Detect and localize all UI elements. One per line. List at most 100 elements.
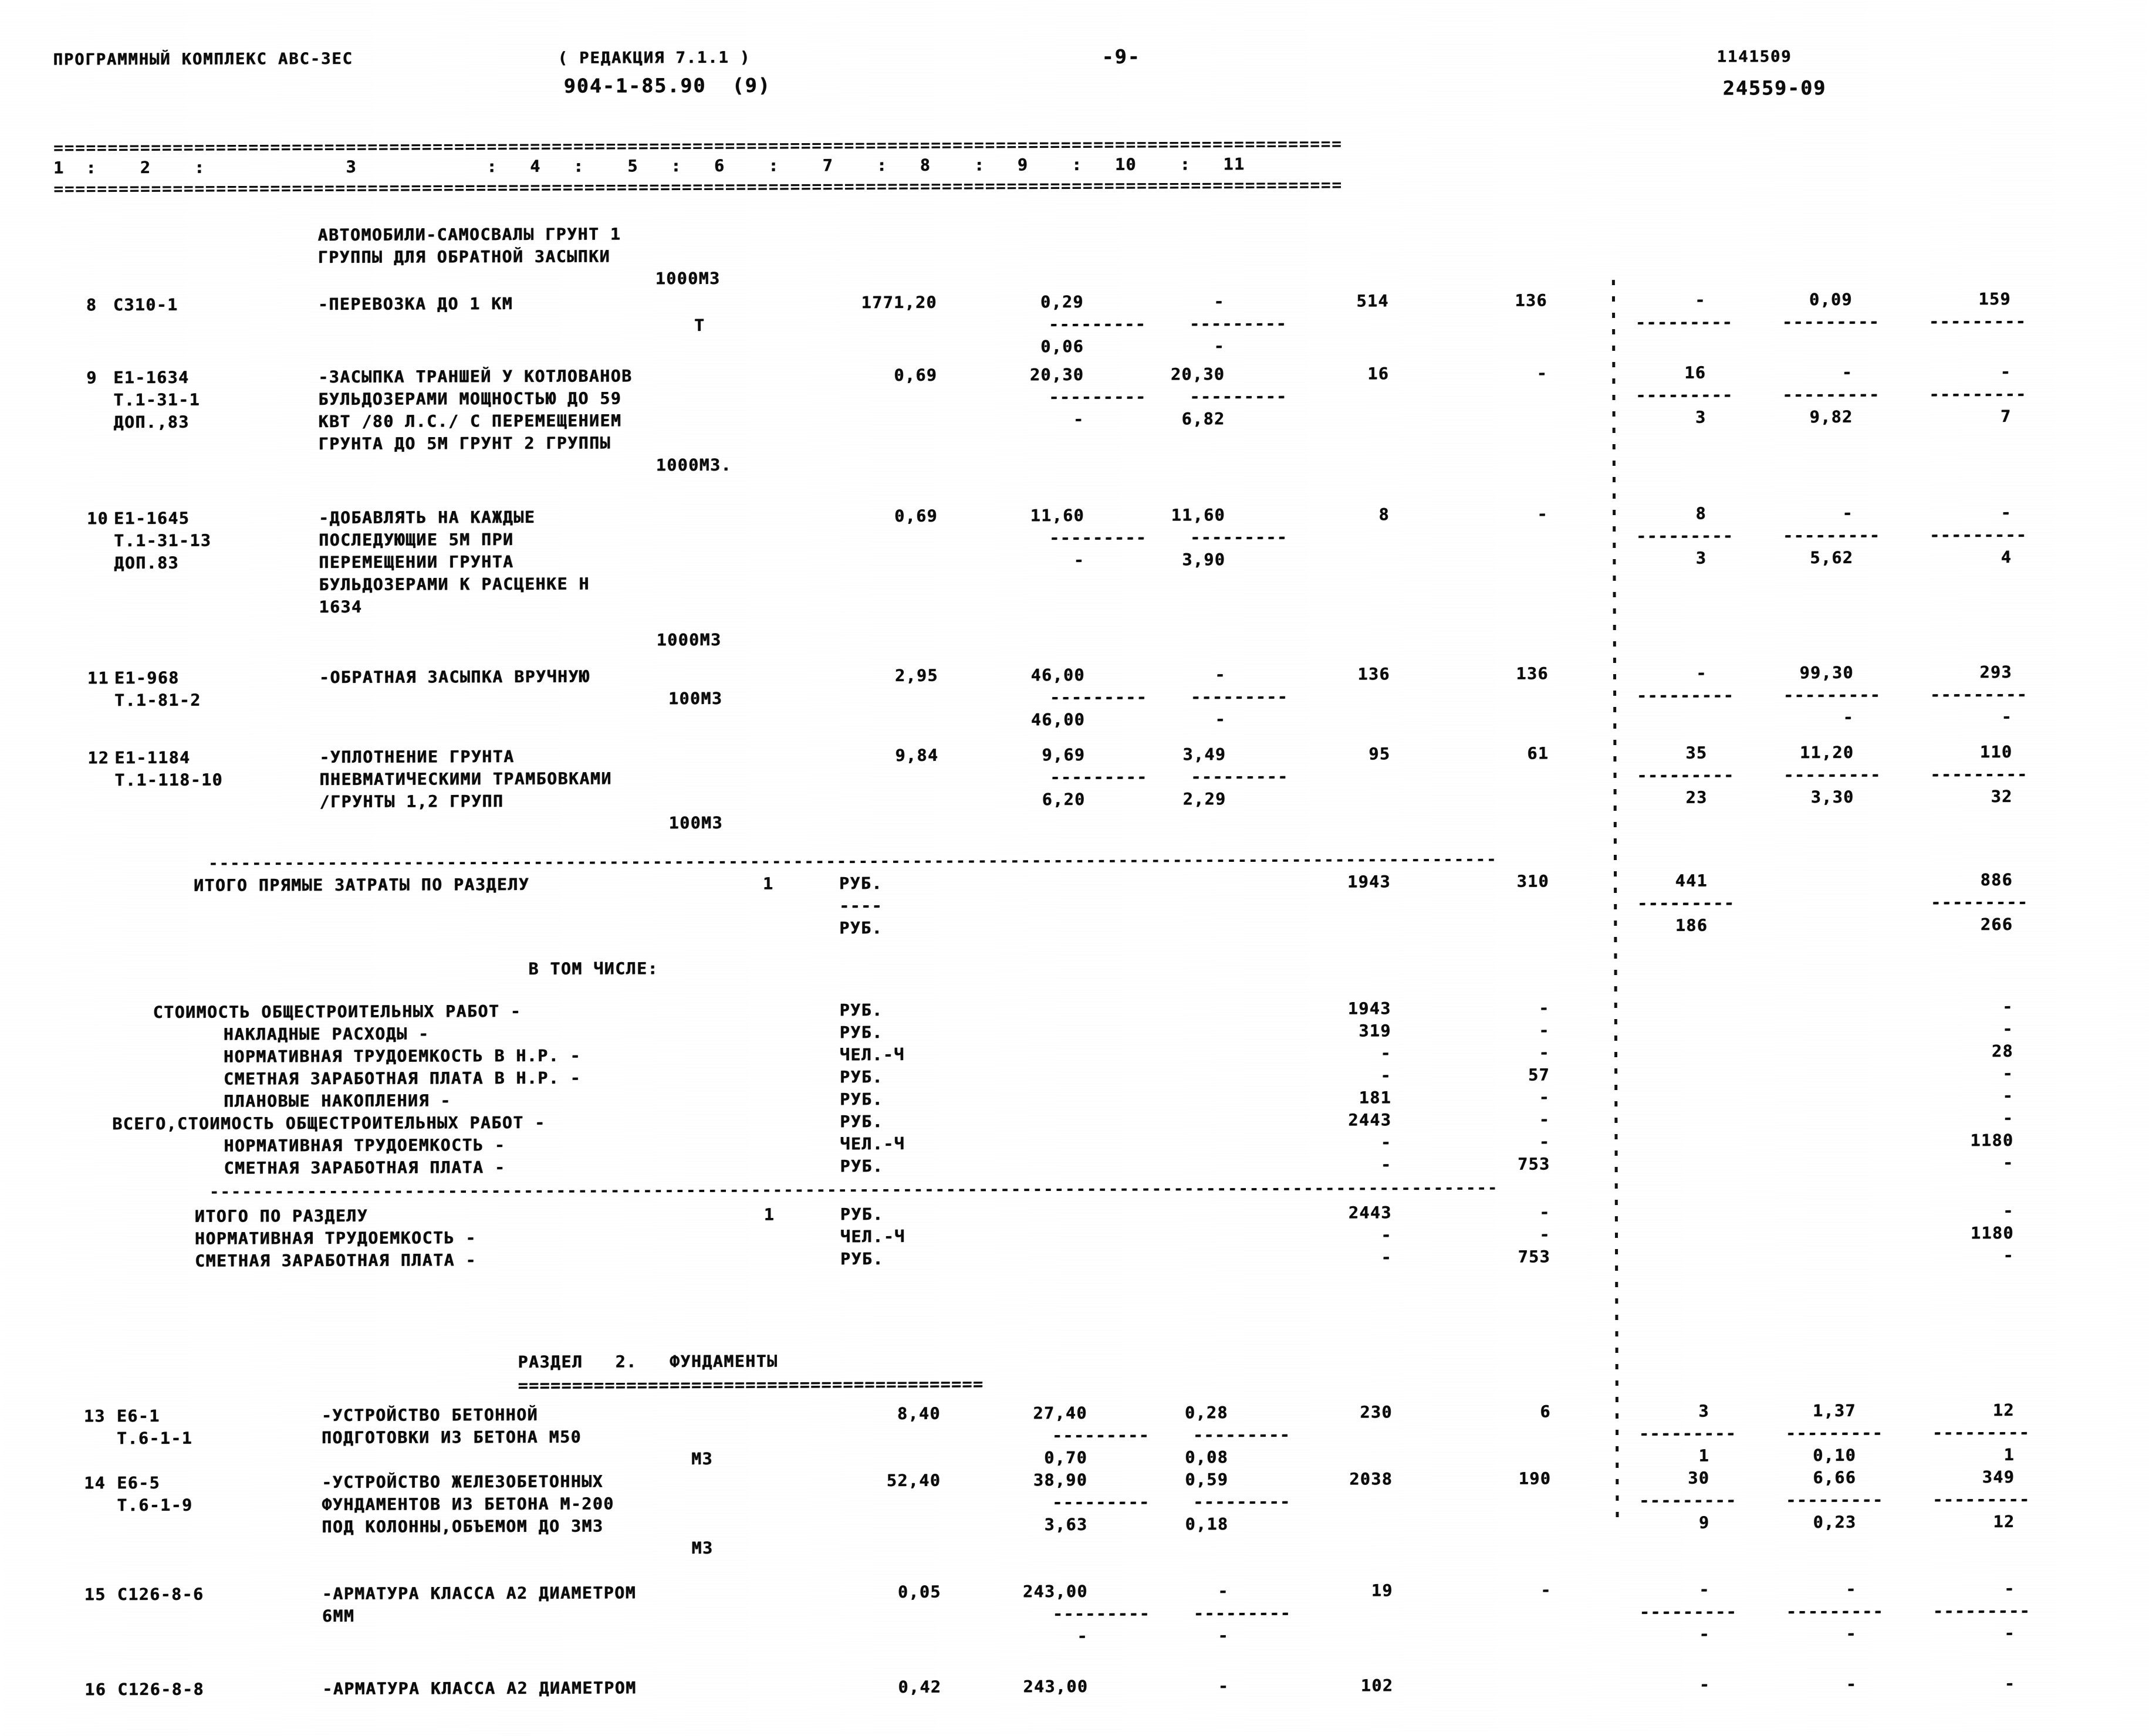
breakdown-col11: - (2002, 996, 2013, 1017)
row-dash-separator-11: --------- (1930, 764, 2028, 784)
breakdown-unit: РУБ. (840, 1112, 884, 1132)
row-col10: - (1846, 1579, 1857, 1599)
row-col9: 35 (1685, 743, 1708, 763)
page-number: -9- (1101, 45, 1141, 68)
row-col10: 99,30 (1799, 662, 1854, 683)
row-col6: - (1218, 1581, 1229, 1601)
row-sub-col10: 5,62 (1810, 547, 1854, 568)
row-dash-separator-11: --------- (1929, 384, 2027, 404)
row-number: 11 (87, 668, 109, 688)
section2-title: РАЗДЕЛ 2. ФУНДАМЕНТЫ (518, 1351, 778, 1372)
final-total-unit: РУБ. (840, 1204, 884, 1224)
row-dash-separator-9: --------- (1637, 685, 1735, 705)
doc-number-top: 1141509 (1717, 48, 1792, 66)
row-dash-separator-9: --------- (1637, 765, 1735, 785)
row-sub-col6: - (1215, 709, 1226, 729)
row-sub-col11: 12 (1993, 1511, 2015, 1532)
row-code-secondary: Т.1-118-10 (114, 770, 224, 790)
final-total-col7: - (1381, 1225, 1393, 1245)
breakdown-col11: - (2003, 1152, 2014, 1173)
row-sub-col6: 3,90 (1182, 550, 1226, 570)
row-description: ГРУНТА ДО 5М ГРУНТ 2 ГРУППЫ (318, 433, 611, 454)
row-code: Е1-968 (114, 668, 180, 688)
row-col7: 95 (1369, 744, 1391, 764)
section2-rule: ========================================… (518, 1374, 984, 1395)
row-col11: - (2004, 1578, 2015, 1599)
row-number: 16 (85, 1680, 107, 1700)
row-dash-separator-5: --------- (1049, 387, 1147, 407)
totals-direct-col8: 310 (1516, 871, 1550, 891)
row-code-secondary: Т.6-1-9 (117, 1495, 193, 1515)
row-col9: - (1695, 290, 1707, 310)
row-col11: 110 (1979, 742, 2013, 762)
row-sub-col9: 1 (1698, 1446, 1710, 1466)
row-col10: - (1842, 503, 1854, 523)
row-col6: - (1218, 1676, 1229, 1696)
row-number: 15 (84, 1585, 106, 1605)
row-code-secondary: Т.1-31-1 (113, 390, 201, 410)
row-col9: 3 (1698, 1401, 1709, 1421)
row-col7: 136 (1357, 664, 1391, 684)
row-sub-col11: - (2001, 706, 2013, 727)
row-col4: 0,69 (894, 506, 938, 526)
row-dash-separator-9: --------- (1636, 385, 1734, 405)
row-col11: 349 (1982, 1467, 2015, 1487)
edition-label: ( РЕДАКЦИЯ 7.1.1 ) (557, 48, 751, 67)
row-description: ПЕРЕМЕЩЕНИИ ГРУНТА (319, 551, 514, 573)
row-code-addendum: ДОП.,83 (113, 412, 190, 432)
row-sub-col10: - (1846, 1623, 1857, 1643)
row-dash-separator-9: --------- (1636, 526, 1734, 546)
row-col9: - (1699, 1674, 1711, 1694)
row-code-secondary: Т.1-31-13 (114, 530, 212, 551)
breakdown-col7: 1943 (1347, 999, 1391, 1018)
row-unit: 100М3 (668, 688, 723, 709)
row-col4: 0,69 (894, 365, 938, 385)
totals-direct-col11: 886 (1980, 869, 2013, 890)
row-description: -УПЛОТНЕНИЕ ГРУНТА (319, 746, 515, 767)
breakdown-col7: 181 (1359, 1088, 1392, 1108)
breakdown-col11: - (2002, 1085, 2014, 1106)
row-col8: - (1536, 363, 1548, 383)
breakdown-col7: - (1381, 1155, 1392, 1175)
row-col6: 3,49 (1182, 745, 1226, 764)
breakdown-col8: - (1539, 1043, 1550, 1062)
row-description: БУЛЬДОЗЕРАМИ МОЩНОСТЬЮ ДО 59 (318, 388, 622, 410)
breakdown-unit: ЧЕЛ.-Ч (840, 1133, 905, 1154)
row-col9: - (1696, 663, 1708, 683)
row-dash-separator-6: --------- (1190, 313, 1288, 334)
row-col6: - (1215, 665, 1226, 685)
row-dash-separator-5: --------- (1052, 1603, 1151, 1624)
row-dash-separator-5: --------- (1050, 767, 1148, 787)
breakdown-col8: 57 (1528, 1065, 1550, 1085)
row-col4: 52,40 (886, 1470, 941, 1491)
breakdown-label: НАКЛАДНЫЕ РАСХОДЫ - (223, 1024, 430, 1044)
totals-including-label: В ТОМ ЧИСЛЕ: (528, 959, 659, 979)
row-sub-col9: 3 (1695, 548, 1707, 568)
separator-below-header: ========================================… (53, 175, 1343, 199)
program-title: ПРОГРАММНЫЙ КОМПЛЕКС АВС-ЗЕС (53, 49, 353, 69)
row-description: -АРМАТУРА КЛАССА А2 ДИАМЕТРОМ (322, 1583, 637, 1604)
breakdown-label: ПЛАНОВЫЕ НАКОПЛЕНИЯ - (224, 1091, 451, 1111)
row-code: С310-1 (113, 295, 178, 315)
row-sub-col6: 0,18 (1185, 1514, 1229, 1534)
final-total-col7: - (1381, 1247, 1393, 1267)
row-dash-separator-10: --------- (1785, 1423, 1884, 1443)
breakdown-col7: - (1380, 1065, 1392, 1085)
row-dash-separator-6: --------- (1191, 766, 1289, 787)
row-dash-separator-11: --------- (1929, 311, 2027, 331)
breakdown-label: НОРМАТИВНАЯ ТРУДОЕМКОСТЬ В Н.Р. - (223, 1045, 582, 1067)
row-dash-separator-9: --------- (1639, 1602, 1738, 1622)
row-intro-unit: 1000М3 (655, 268, 721, 289)
totals-dash-separator-11: --------- (1931, 892, 2029, 912)
row-sub-col11: 1 (2003, 1444, 2015, 1465)
row-col8: 190 (1518, 1468, 1552, 1488)
row-description: ПНЕВМАТИЧЕСКИМИ ТРАМБОВКАМИ (319, 769, 612, 790)
final-total-col11: - (2003, 1200, 2014, 1221)
row-dash-separator-9: --------- (1639, 1490, 1737, 1510)
row-unit: М3 (691, 1538, 714, 1558)
row-col7: 2038 (1349, 1469, 1393, 1489)
row-dash-separator-10: --------- (1783, 764, 1881, 785)
row-dash-separator-6: --------- (1190, 527, 1288, 547)
row-sub-col6: 0,08 (1185, 1447, 1229, 1467)
row-col6: 0,28 (1185, 1403, 1228, 1423)
